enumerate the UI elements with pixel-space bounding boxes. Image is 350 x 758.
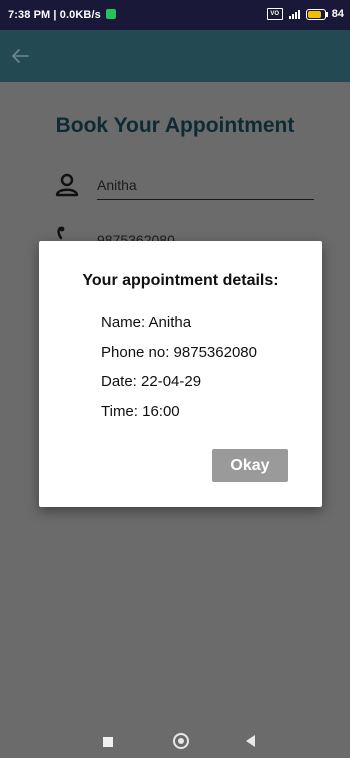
whatsapp-icon <box>106 9 116 19</box>
appointment-details-dialog: Your appointment details: Name: Anitha P… <box>39 241 322 507</box>
name-field-underline <box>97 199 314 200</box>
signal-icon <box>288 9 300 19</box>
recents-icon[interactable] <box>103 737 113 747</box>
okay-button[interactable]: Okay <box>212 449 288 482</box>
app-bar <box>0 30 350 82</box>
sim-icon: VO <box>266 8 283 20</box>
status-bar: 7:38 PM | 0.0KB/s VO 84 <box>0 0 350 30</box>
page-title: Book Your Appointment <box>55 114 295 137</box>
dialog-title: Your appointment details: <box>82 272 279 289</box>
battery-icon <box>305 8 328 20</box>
detail-name: Name: Anitha <box>101 314 192 331</box>
detail-phone: Phone no: 9875362080 <box>101 344 257 361</box>
arrow-left-icon[interactable] <box>8 44 32 68</box>
name-field[interactable]: Anitha <box>97 177 137 193</box>
detail-date: Date: 22-04-29 <box>101 373 202 390</box>
phone-icon <box>57 226 65 240</box>
status-time: 7:38 PM | 0.0KB/s <box>8 9 116 21</box>
person-icon <box>55 173 79 197</box>
back-triangle-icon[interactable] <box>246 735 255 747</box>
status-icons: VO 84 <box>266 8 344 20</box>
phone-field[interactable]: 9875362080 <box>97 232 175 241</box>
home-icon[interactable] <box>173 733 189 749</box>
detail-time: Time: 16:00 <box>101 403 180 420</box>
battery-level: 84 <box>331 8 344 20</box>
nav-bar <box>0 730 350 758</box>
